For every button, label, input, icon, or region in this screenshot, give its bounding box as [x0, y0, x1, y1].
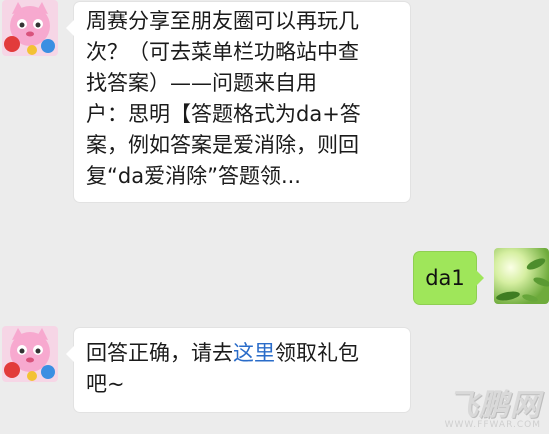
- gift-link[interactable]: 这里: [233, 341, 275, 365]
- watermark-logo: 飞鹏网: [448, 388, 541, 423]
- message-line: 吧~: [86, 372, 125, 396]
- message-line: 案，例如答案是爱消除，则回: [86, 133, 359, 157]
- watermark-url: WWW.FFWAR.COM: [444, 420, 541, 430]
- user-avatar-icon[interactable]: [494, 248, 549, 304]
- user-message-bubble: da1: [414, 252, 484, 304]
- site-watermark: 飞鹏网 WWW.FFWAR.COM: [445, 380, 541, 430]
- bot-avatar-icon[interactable]: [2, 0, 58, 56]
- user-message-text: da1: [425, 266, 465, 290]
- message-line: 户：思明【答题格式为da+答: [86, 102, 361, 126]
- message-line: 回答正确，请去这里领取礼包: [86, 338, 400, 369]
- reply-text: 回答正确，请去: [86, 341, 233, 365]
- reply-text-tail: 领取礼包: [275, 341, 359, 365]
- bot-avatar-icon[interactable]: [2, 326, 58, 382]
- bot-reply-bubble: 回答正确，请去这里领取礼包 吧~: [66, 328, 410, 412]
- bot-message-bubble: 周赛分享至朋友圈可以再玩几 次？（可去菜单栏功略站中查 找答案）——问题来自用 …: [66, 2, 410, 202]
- message-line: 次？（可去菜单栏功略站中查: [86, 40, 359, 64]
- message-line: 周赛分享至朋友圈可以再玩几: [86, 9, 359, 33]
- message-line: 复“da爱消除”答题领...: [86, 164, 301, 188]
- message-line: 找答案）——问题来自用: [86, 71, 317, 95]
